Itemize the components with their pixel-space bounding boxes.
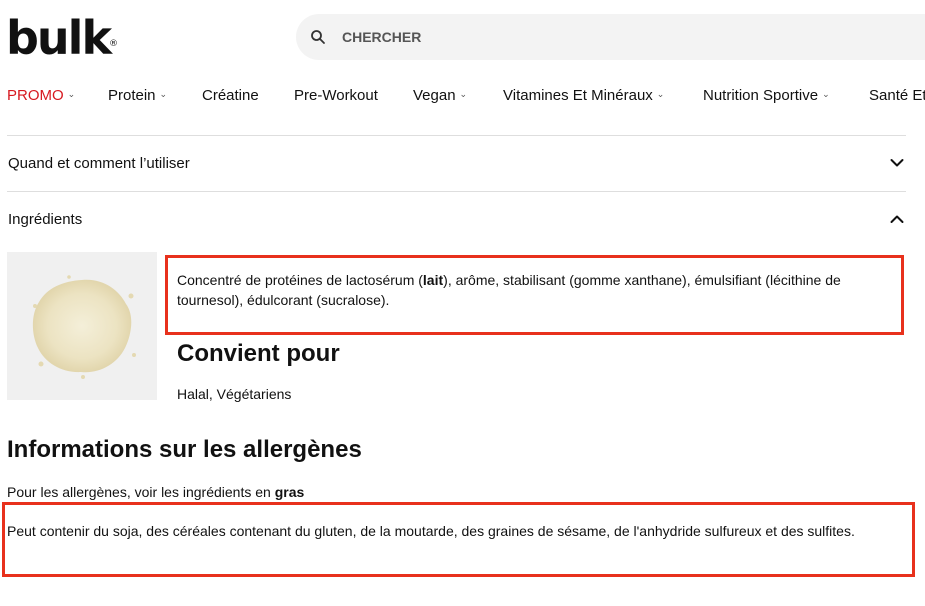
nav-label: Santé Et bbox=[869, 87, 925, 104]
allergen-note-bold: gras bbox=[274, 484, 305, 500]
chevron-down-icon: ⌄ bbox=[67, 89, 76, 99]
nav-label: Nutrition Sportive bbox=[703, 87, 819, 104]
may-contain-text: Peut contenir du soja, des céréales cont… bbox=[7, 523, 855, 539]
nav-item-nutrition-sportive[interactable]: Nutrition Sportive ⌄ bbox=[703, 87, 830, 104]
allergens-heading: Informations sur les allergènes bbox=[7, 436, 362, 463]
nav-label: Vegan bbox=[413, 87, 456, 104]
accordion-usage-label: Quand et comment l’utiliser bbox=[8, 154, 190, 172]
allergen-note: Pour les allergènes, voir les ingrédient… bbox=[7, 484, 305, 500]
main-nav: PROMO ⌄ Protein ⌄ Créatine Pre-Workout Veg… bbox=[0, 82, 925, 112]
nav-item-creatine[interactable]: Créatine bbox=[202, 87, 259, 104]
chevron-down-icon: ⌄ bbox=[459, 89, 468, 99]
ingredients-text: Concentré de protéines de lactosérum (la… bbox=[177, 272, 841, 308]
nav-item-vitamines[interactable]: Vitamines Et Minéraux ⌄ bbox=[503, 87, 664, 104]
search-input[interactable] bbox=[340, 28, 744, 46]
chevron-down-icon bbox=[890, 159, 904, 167]
nav-label: Créatine bbox=[202, 87, 259, 104]
nav-label: Pre-Workout bbox=[294, 87, 378, 104]
logo-text: bulk bbox=[6, 11, 112, 65]
search-bar[interactable] bbox=[296, 14, 925, 60]
nav-item-pre-workout[interactable]: Pre-Workout bbox=[294, 87, 378, 104]
nav-item-protein[interactable]: Protein ⌄ bbox=[108, 87, 167, 104]
search-icon bbox=[311, 30, 325, 44]
accordion-usage[interactable]: Quand et comment l’utiliser bbox=[8, 135, 906, 191]
registered-mark: ® bbox=[109, 39, 119, 49]
allergen-bold: lait bbox=[422, 272, 444, 288]
suitable-text: Halal, Végétariens bbox=[177, 386, 292, 402]
suitable-heading: Convient pour bbox=[177, 340, 340, 367]
chevron-down-icon: ⌄ bbox=[159, 89, 168, 99]
chevron-down-icon: ⌄ bbox=[822, 89, 830, 99]
chevron-up-icon bbox=[890, 215, 904, 223]
accordion-ingredients[interactable]: Ingrédients bbox=[8, 191, 906, 247]
chevron-down-icon: ⌄ bbox=[656, 89, 665, 99]
nav-label: Vitamines Et Minéraux bbox=[503, 87, 653, 104]
powder-illustration bbox=[32, 275, 136, 379]
nav-label: Protein bbox=[108, 87, 156, 104]
bulk-logo[interactable]: bulk ® bbox=[6, 10, 118, 66]
nav-label: PROMO bbox=[7, 87, 64, 104]
accordion-ingredients-label: Ingrédients bbox=[8, 210, 83, 228]
nav-item-sante[interactable]: Santé Et bbox=[869, 87, 925, 104]
product-powder-image bbox=[7, 252, 157, 400]
nav-item-vegan[interactable]: Vegan ⌄ bbox=[413, 87, 467, 104]
nav-item-promo[interactable]: PROMO ⌄ bbox=[7, 87, 75, 104]
